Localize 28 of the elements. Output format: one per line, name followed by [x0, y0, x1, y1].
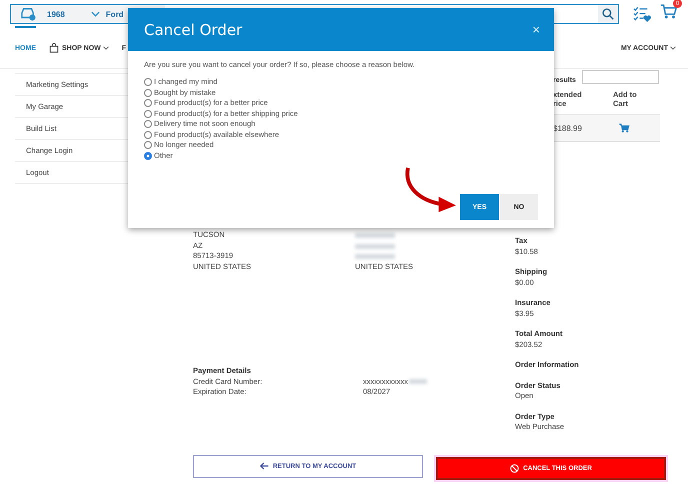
chevron-icon	[90, 11, 100, 17]
table-cell-text: $188.99	[553, 124, 583, 132]
add-to-cart-icon[interactable]	[619, 123, 630, 133]
radio-button[interactable]	[144, 99, 152, 108]
redacted-text	[355, 233, 395, 238]
chevron-icon	[102, 46, 109, 50]
radio-button[interactable]	[144, 130, 152, 139]
radio-button[interactable]	[144, 78, 152, 86]
car-icon	[19, 7, 37, 21]
arrow-left-icon	[260, 462, 269, 470]
radio-button[interactable]	[144, 152, 152, 160]
redacted-text	[409, 379, 427, 384]
radio-button[interactable]	[144, 88, 152, 97]
shopping-bag-icon	[49, 43, 59, 53]
redacted-text	[355, 244, 395, 248]
radio-button[interactable]	[144, 110, 152, 118]
vehicle-year[interactable]: 1968	[47, 10, 65, 18]
chevron-icon	[670, 46, 676, 50]
cart-icon[interactable]	[660, 3, 678, 20]
checklist-heart-icon[interactable]	[633, 6, 652, 22]
radio-button[interactable]	[144, 120, 152, 128]
vehicle-make[interactable]: Ford	[106, 10, 124, 18]
dialog-title: Cancel Order	[144, 20, 242, 38]
redacted-text	[355, 254, 395, 259]
results-field[interactable]	[582, 70, 659, 84]
radio-button[interactable]	[144, 141, 152, 150]
prohibited-icon	[510, 464, 520, 472]
search-button[interactable]	[598, 5, 618, 23]
